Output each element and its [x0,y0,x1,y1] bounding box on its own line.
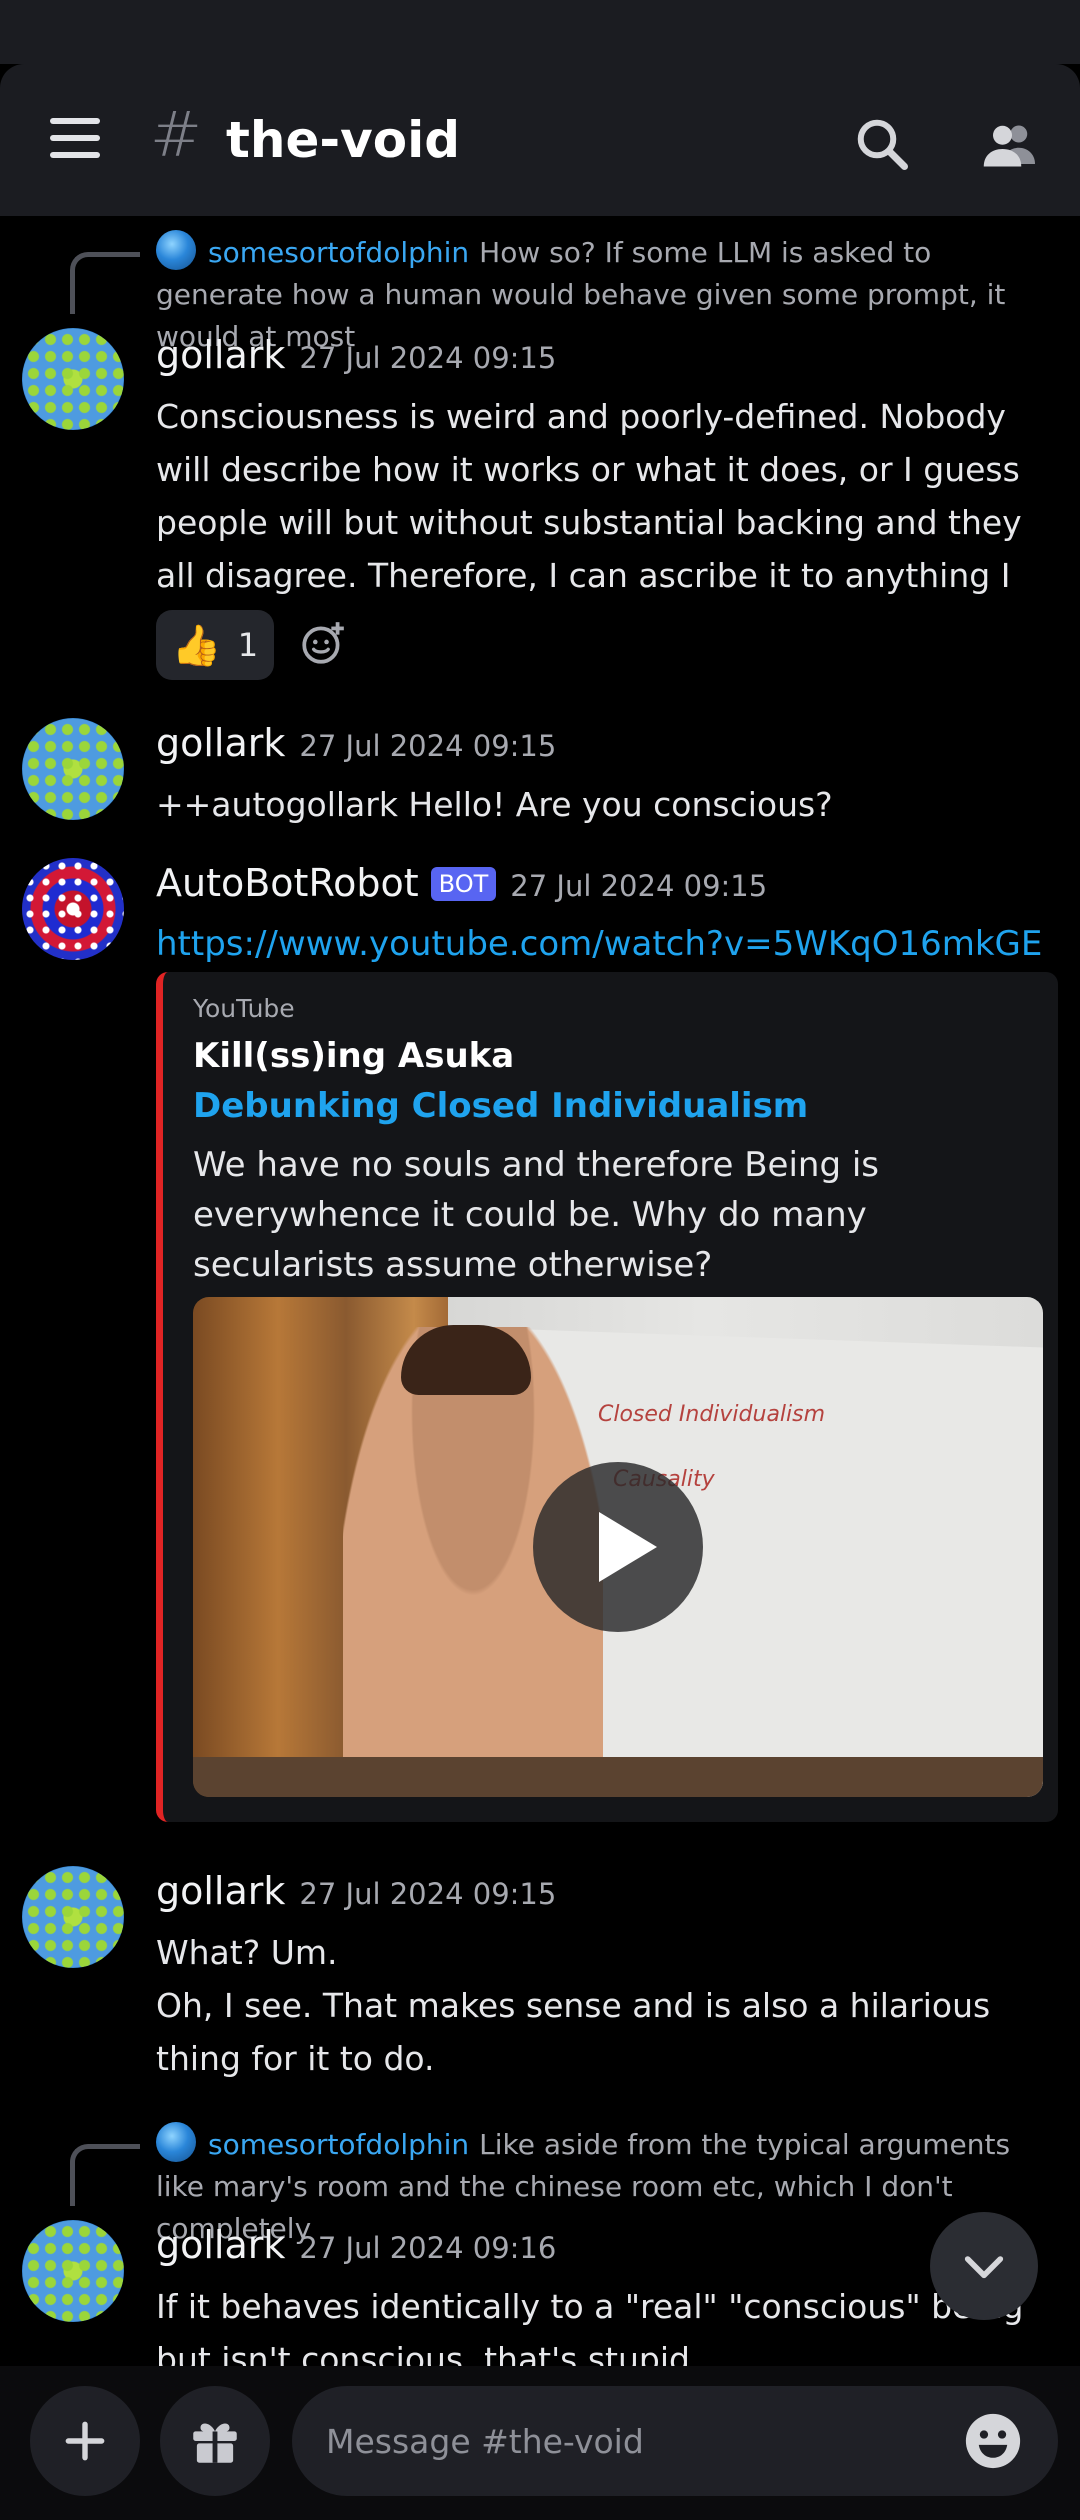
message-header: gollark 27 Jul 2024 09:16 [156,2220,556,2273]
status-bar [0,0,1080,64]
composer-bar [0,2366,1080,2520]
avatar[interactable] [22,858,124,960]
message-text: If it behaves identically to a "real" "c… [156,2287,1024,2366]
avatar[interactable] [22,2220,124,2322]
reaction-thumbs-up[interactable]: 👍 1 [156,610,274,680]
message-input[interactable] [292,2386,1058,2496]
avatar[interactable] [22,718,124,820]
link-embed: YouTube Kill(ss)ing Asuka Debunking Clos… [156,972,1058,1822]
avatar[interactable] [22,1866,124,1968]
app-root: # the-void somesortofdolphin How so? If s… [0,0,1080,2520]
message-link[interactable]: https://www.youtube.com/watch?v=5WKqO16m… [156,918,1056,971]
author-name[interactable]: gollark [156,1869,285,1913]
message-header: gollark 27 Jul 2024 09:15 [156,330,556,383]
thumbs-up-icon: 👍 [171,622,222,669]
reply-author[interactable]: somesortofdolphin [208,2128,469,2161]
gift-icon [193,2423,237,2463]
members-icon[interactable] [980,114,1040,174]
channel-hash-icon: # [150,98,202,171]
video-thumbnail[interactable]: Closed Individualism Causality [193,1297,1043,1797]
reply-connector [70,2144,140,2206]
reply-author[interactable]: somesortofdolphin [208,236,469,269]
gift-button[interactable] [160,2386,270,2496]
attach-button[interactable] [30,2386,140,2496]
timestamp: 27 Jul 2024 09:15 [299,1877,557,1911]
embed-title[interactable]: Debunking Closed Individualism [193,1086,808,1126]
channel-title[interactable]: the-void [226,110,460,170]
timestamp: 27 Jul 2024 09:15 [510,869,768,903]
reply-avatar [156,2122,196,2162]
menu-icon[interactable] [44,118,106,164]
avatar[interactable] [22,328,124,430]
message-line: What? Um. [156,1933,338,1972]
play-icon[interactable] [533,1462,703,1632]
message-text: What? Um. Oh, I see. That makes sense an… [156,1926,1056,2085]
reaction-count: 1 [237,626,259,664]
message-text: ++autogollark Hello! Are you conscious? [156,785,833,824]
reply-avatar [156,230,196,270]
thumbnail-text: Closed Individualism [598,1402,826,1427]
message-header: gollark 27 Jul 2024 09:15 [156,1866,556,1919]
message-text: Consciousness is weird and poorly-define… [156,397,1022,648]
plus-icon [65,2421,105,2461]
message-header: AutoBotRobot BOT 27 Jul 2024 09:15 [156,858,767,911]
message-header: gollark 27 Jul 2024 09:15 [156,718,556,771]
chevron-down-icon [964,2256,1004,2279]
add-reaction-icon[interactable] [298,618,348,668]
reply-connector [70,252,140,314]
bot-badge: BOT [430,867,497,901]
author-name[interactable]: gollark [156,333,285,377]
author-name[interactable]: AutoBotRobot [156,861,419,905]
message-list[interactable]: somesortofdolphin How so? If some LLM is … [0,216,1080,2366]
jump-to-present-button[interactable] [930,2212,1038,2320]
channel-header: # the-void [0,64,1080,216]
timestamp: 27 Jul 2024 09:15 [299,729,557,763]
timestamp: 27 Jul 2024 09:16 [299,2231,557,2265]
timestamp: 27 Jul 2024 09:15 [299,341,557,375]
author-name[interactable]: gollark [156,2223,285,2267]
message-line: Oh, I see. That makes sense and is also … [156,1986,991,2078]
embed-description: We have no souls and therefore Being is … [193,1145,880,1285]
thumbnail-floor [193,1757,1043,1797]
emoji-icon[interactable] [962,2410,1024,2472]
search-icon[interactable] [852,114,912,174]
embed-provider: YouTube [193,994,295,1023]
embed-author[interactable]: Kill(ss)ing Asuka [193,1036,514,1076]
author-name[interactable]: gollark [156,721,285,765]
